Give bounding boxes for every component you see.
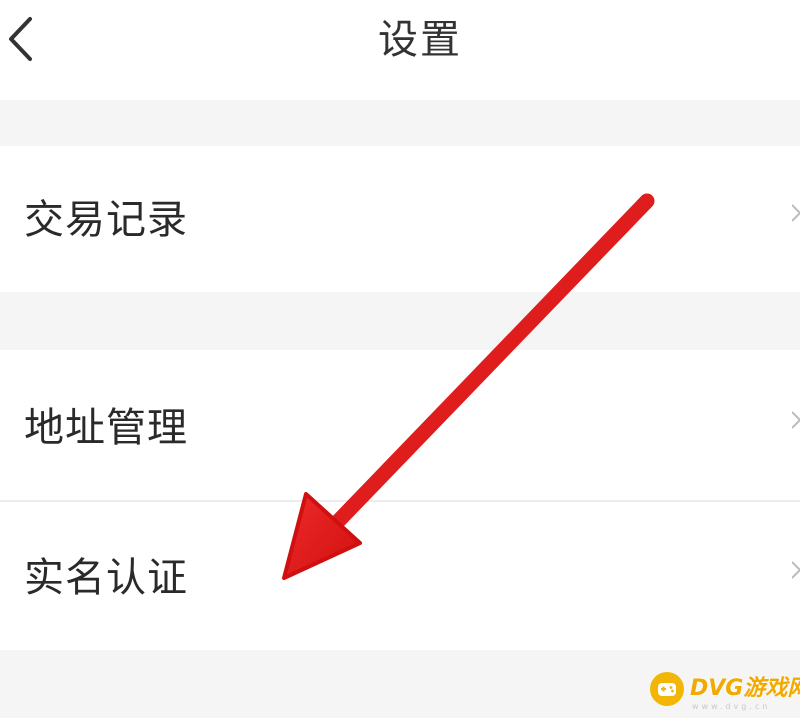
section-gap <box>0 100 800 146</box>
settings-item-address[interactable]: 地址管理 <box>0 350 800 500</box>
chevron-right-icon <box>792 561 800 579</box>
settings-item-realname[interactable]: 实名认证 <box>0 502 800 650</box>
settings-item-label: 交易记录 <box>24 197 188 243</box>
page-title: 设置 <box>378 17 462 63</box>
chevron-right-icon <box>792 204 800 222</box>
settings-item-label: 实名认证 <box>24 555 188 601</box>
section-gap <box>0 292 800 350</box>
gamepad-icon <box>650 672 684 706</box>
nav-bar: 设置 <box>0 0 800 100</box>
watermark-subtext: www.dvg.cn <box>692 702 771 711</box>
chevron-right-icon <box>792 411 800 429</box>
settings-item-label: 地址管理 <box>24 405 188 451</box>
watermark: DVG游戏网 www.dvg.cn <box>646 666 800 712</box>
settings-item-transactions[interactable]: 交易记录 <box>0 146 800 292</box>
watermark-text: DVG游戏网 <box>690 676 800 701</box>
